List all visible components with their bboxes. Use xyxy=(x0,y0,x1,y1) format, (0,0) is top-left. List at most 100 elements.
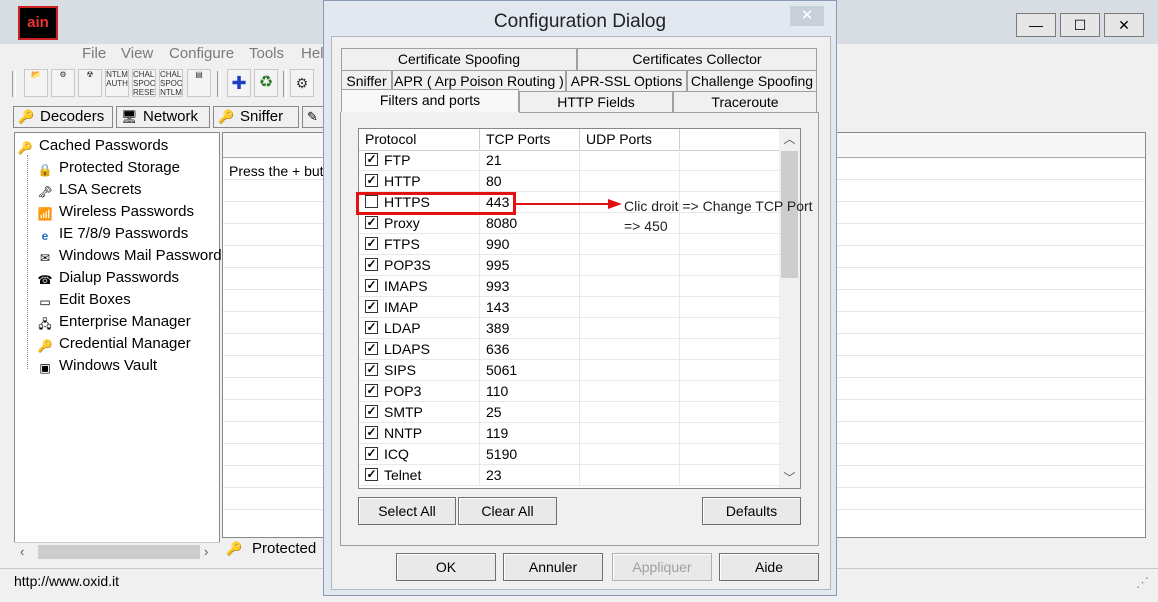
table-row[interactable]: ✓ FTPS 990 xyxy=(359,234,779,255)
protocol-checkbox[interactable]: ✓ xyxy=(365,426,378,439)
table-row[interactable]: ✓ HTTP 80 xyxy=(359,171,779,192)
protocol-checkbox[interactable]: ✓ xyxy=(365,174,378,187)
tree-item-wireless-passwords[interactable]: 📶 Wireless Passwords xyxy=(37,201,195,223)
protocol-checkbox[interactable]: ✓ xyxy=(365,363,378,376)
menu-view[interactable]: View xyxy=(121,44,153,63)
resize-grip-icon[interactable]: ⋰ xyxy=(1136,575,1149,591)
bottom-tab-protected[interactable]: 🔑 Protected xyxy=(222,538,332,562)
column-header-protocol[interactable]: Protocol xyxy=(359,129,480,150)
tab-challenge-spoofing[interactable]: Challenge Spoofing xyxy=(687,70,817,92)
tree-item-windows-mail-passwords[interactable]: ✉ Windows Mail Passwords xyxy=(37,245,229,267)
network-icon[interactable]: ⚙ xyxy=(51,69,75,97)
cancel-button[interactable]: Annuler xyxy=(503,553,603,581)
console-icon[interactable]: ▤ xyxy=(187,69,211,97)
protocol-checkbox[interactable]: ✓ xyxy=(365,468,378,481)
table-row[interactable]: ✓ SIPS 5061 xyxy=(359,360,779,381)
dialog-close-button[interactable]: ✕ xyxy=(790,6,824,26)
table-row[interactable]: ✓ Telnet 23 xyxy=(359,465,779,486)
table-row[interactable]: ✓ POP3S 995 xyxy=(359,255,779,276)
tab-sniffer[interactable]: 🔑 Sniffer xyxy=(213,106,299,128)
menu-tools[interactable]: Tools xyxy=(249,44,284,63)
table-row[interactable]: ✓ NNTP 119 xyxy=(359,423,779,444)
protocol-checkbox[interactable]: ✓ xyxy=(365,384,378,397)
maximize-button[interactable]: ☐ xyxy=(1060,13,1100,37)
protocol-checkbox[interactable]: ✓ xyxy=(365,258,378,271)
tree-horizontal-scrollbar[interactable]: ‹ › xyxy=(14,542,220,563)
table-row[interactable]: ✓ ICQ 5190 xyxy=(359,444,779,465)
tab-decoders[interactable]: 🔑 Decoders xyxy=(13,106,113,128)
tree-root-cached-passwords[interactable]: 🔑 Cached Passwords xyxy=(17,135,169,157)
protocol-cell: ✓ Proxy xyxy=(359,213,480,233)
config-icon[interactable]: ⚙ xyxy=(290,69,314,97)
tree-item-ie-passwords[interactable]: e IE 7/8/9 Passwords xyxy=(37,223,189,245)
cain-app-icon[interactable]: ain xyxy=(18,6,58,40)
protocol-name: POP3S xyxy=(384,257,431,273)
column-header-udp-ports[interactable]: UDP Ports xyxy=(580,129,680,150)
column-header-tcp-ports[interactable]: TCP Ports xyxy=(480,129,580,150)
scrollbar-thumb[interactable] xyxy=(38,545,200,559)
scroll-up-icon[interactable]: ︿ xyxy=(779,129,800,149)
help-button[interactable]: Aide xyxy=(719,553,819,581)
protocol-checkbox[interactable]: ✓ xyxy=(365,153,378,166)
protocol-checkbox[interactable]: ✓ xyxy=(365,237,378,250)
key-icon: 🔑 xyxy=(226,541,243,556)
tab-certificate-spoofing[interactable]: Certificate Spoofing xyxy=(341,48,577,70)
table-row[interactable]: ✓ IMAP 143 xyxy=(359,297,779,318)
tree-label: LSA Secrets xyxy=(59,181,142,198)
status-url: http://www.oxid.it xyxy=(14,573,120,589)
scroll-left-icon[interactable]: ‹ xyxy=(20,544,24,559)
menu-configure[interactable]: Configure xyxy=(169,44,234,63)
protocol-checkbox[interactable]: ✓ xyxy=(365,405,378,418)
tab-filters-and-ports[interactable]: Filters and ports xyxy=(341,89,519,113)
table-row[interactable]: ✓ LDAP 389 xyxy=(359,318,779,339)
recycle-icon[interactable]: ♻ xyxy=(254,69,278,97)
table-row[interactable]: ✓ LDAPS 636 xyxy=(359,339,779,360)
tab-cracker[interactable]: ✎ xyxy=(302,106,324,128)
tree-item-edit-boxes[interactable]: ▭ Edit Boxes xyxy=(37,289,130,311)
protocol-checkbox[interactable]: ✓ xyxy=(365,279,378,292)
tree-label: Wireless Passwords xyxy=(59,203,195,220)
tree-item-lsa-secrets[interactable]: 🗝 LSA Secrets xyxy=(37,179,142,201)
tree-item-enterprise-manager[interactable]: 🖧 Enterprise Manager xyxy=(37,311,190,333)
tree-item-dialup-passwords[interactable]: ☎ Dialup Passwords xyxy=(37,267,180,289)
chall-spoof-ntlm-icon[interactable]: CHALL SPOOF NTLM xyxy=(159,69,183,97)
clear-all-button[interactable]: Clear All xyxy=(458,497,557,525)
scroll-right-icon[interactable]: › xyxy=(204,544,208,559)
chall-spoof-reset-icon[interactable]: CHALL SPOOF RESET xyxy=(132,69,156,97)
protocol-checkbox[interactable]: ✓ xyxy=(365,321,378,334)
select-all-button[interactable]: Select All xyxy=(358,497,456,525)
tab-certificates-collector[interactable]: Certificates Collector xyxy=(577,48,817,70)
tab-network[interactable]: 🖥 Network xyxy=(116,106,210,128)
add-icon[interactable]: ✚ xyxy=(227,69,251,97)
protocol-checkbox[interactable]: ✓ xyxy=(365,216,378,229)
tree-item-credential-manager[interactable]: 🔑 Credential Manager xyxy=(37,333,191,355)
ok-button[interactable]: OK xyxy=(396,553,496,581)
protocol-list[interactable]: Protocol TCP Ports UDP Ports ✓ FTP 21 ✓ HTTP… xyxy=(358,128,801,489)
tree-item-windows-vault[interactable]: ▣ Windows Vault xyxy=(37,355,157,377)
menu-help[interactable]: Hel xyxy=(301,44,324,63)
table-row[interactable]: ✓ SMTP 25 xyxy=(359,402,779,423)
toolbar-separator xyxy=(12,71,16,97)
scroll-down-icon[interactable]: ﹀ xyxy=(779,468,800,488)
ntlm-auth-icon[interactable]: NTLM AUTH xyxy=(105,69,129,97)
close-button[interactable]: ✕ xyxy=(1104,13,1144,37)
table-row[interactable]: ✓ IMAPS 993 xyxy=(359,276,779,297)
tab-traceroute[interactable]: Traceroute xyxy=(673,91,817,113)
radioactive-icon[interactable]: ☢ xyxy=(78,69,102,97)
protocol-checkbox[interactable]: ✓ xyxy=(365,342,378,355)
tab-label: Network xyxy=(143,108,199,125)
protocol-checkbox[interactable]: ✓ xyxy=(365,300,378,313)
defaults-button[interactable]: Defaults xyxy=(702,497,801,525)
list-vertical-scrollbar[interactable]: ︿ ﹀ xyxy=(779,129,800,488)
table-row[interactable]: ✓ FTP 21 xyxy=(359,150,779,171)
protocol-checkbox[interactable]: ✓ xyxy=(365,447,378,460)
tab-http-fields[interactable]: HTTP Fields xyxy=(519,91,673,113)
open-icon[interactable]: 📂 xyxy=(24,69,48,97)
tab-apr-ssl-options[interactable]: APR-SSL Options xyxy=(566,70,687,92)
key-icon: 🔑 xyxy=(17,141,33,155)
minimize-button[interactable]: — xyxy=(1016,13,1056,37)
apply-button[interactable]: Appliquer xyxy=(612,553,712,581)
tree-item-protected-storage[interactable]: 🔒 Protected Storage xyxy=(37,157,180,179)
table-row[interactable]: ✓ POP3 110 xyxy=(359,381,779,402)
menu-file[interactable]: File xyxy=(82,44,106,63)
